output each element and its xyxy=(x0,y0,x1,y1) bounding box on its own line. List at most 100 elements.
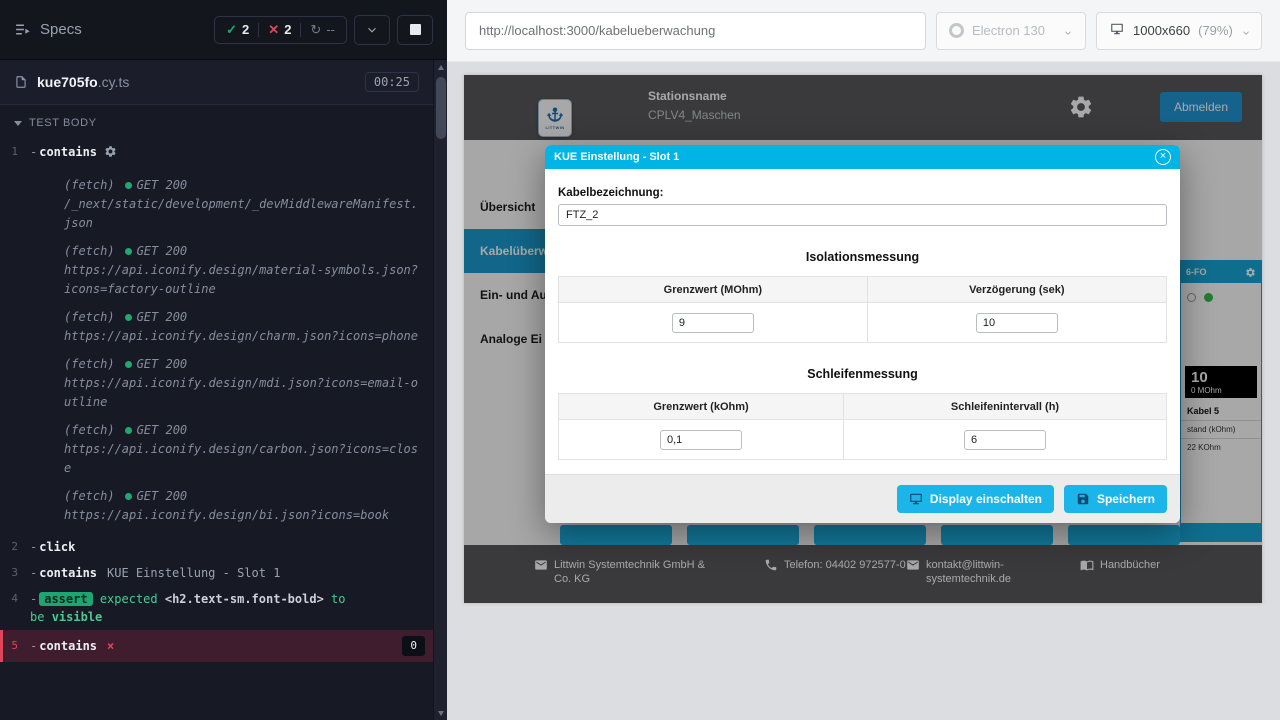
status-dot-icon xyxy=(125,314,132,321)
line-number: 1 xyxy=(0,143,30,161)
command-body: assert expected <h2.text-sm.font-bold> t… xyxy=(30,590,425,626)
fetch-head: (fetch) GET 200 xyxy=(64,487,423,506)
log-row-click[interactable]: 2 click xyxy=(0,534,433,560)
test-stats[interactable]: ✓ 2 ✕ 2 ↻ -- xyxy=(214,16,347,44)
spec-file-icon xyxy=(14,74,28,90)
command-body: click xyxy=(30,538,425,556)
status-dot-icon xyxy=(125,182,132,189)
assert-badge: assert xyxy=(39,592,92,606)
assert-selector: <h2.text-sm.font-bold> xyxy=(165,592,324,606)
fetch-log-entry[interactable]: (fetch) GET 200 https://api.iconify.desi… xyxy=(64,355,423,412)
dash-marker xyxy=(30,566,39,580)
electron-icon xyxy=(949,23,964,38)
fetch-log-entry[interactable]: (fetch) GET 200 https://api.iconify.desi… xyxy=(64,242,423,299)
save-button[interactable]: Speichern xyxy=(1064,485,1167,513)
cable-name-input[interactable] xyxy=(558,204,1167,226)
save-label: Speichern xyxy=(1097,492,1155,506)
command-arg: KUE Einstellung - Slot 1 xyxy=(107,566,280,580)
log-row-contains-1[interactable]: 1 contains xyxy=(0,139,433,167)
aut-viewport: LITTWIN Stationsname CPLV4_Maschen Abmel… xyxy=(464,75,1262,603)
arrow-down-icon xyxy=(438,711,444,716)
fetch-tag: (fetch) xyxy=(64,355,115,374)
loop-limit-input[interactable] xyxy=(660,430,742,450)
isolation-col1-header: Grenzwert (MOhm) xyxy=(559,277,868,303)
fetch-log-entry[interactable]: (fetch) GET 200 https://api.iconify.desi… xyxy=(64,421,423,478)
browser-label: Electron 130 xyxy=(972,23,1045,38)
fetch-head: (fetch) GET 200 xyxy=(64,242,423,261)
loop-interval-cell xyxy=(844,420,1167,460)
dash-marker xyxy=(30,145,39,159)
assert-to: to xyxy=(331,592,345,606)
command-body: contains× xyxy=(30,637,402,655)
log-row-assert[interactable]: 4 assert expected <h2.text-sm.font-bold>… xyxy=(0,586,433,630)
collapse-chevron-icon xyxy=(14,121,22,126)
isolation-section-title: Isolationsmessung xyxy=(558,250,1167,264)
spec-name[interactable]: kue705fo xyxy=(37,74,98,90)
retry-count-badge: 0 xyxy=(402,636,425,656)
command-name: contains xyxy=(39,566,97,580)
fetch-status-text: GET 200 xyxy=(137,355,188,374)
scroll-up-arrow[interactable] xyxy=(434,60,447,74)
passed-stat: ✓ 2 xyxy=(226,22,249,38)
loop-section-title: Schleifenmessung xyxy=(558,367,1167,381)
log-row-contains-modal[interactable]: 3 containsKUE Einstellung - Slot 1 xyxy=(0,560,433,586)
divider xyxy=(258,23,259,37)
pending-refresh-icon: ↻ xyxy=(310,22,321,38)
fetch-log-entry[interactable]: (fetch) GET 200 /_next/static/developmen… xyxy=(64,176,423,233)
display-on-button[interactable]: Display einschalten xyxy=(897,485,1054,513)
status-dot-icon xyxy=(125,248,132,255)
viewport-size: 1000x660 xyxy=(1133,23,1190,38)
cypress-runner-sidebar: Specs ✓ 2 ✕ 2 ↻ -- xyxy=(0,0,447,720)
spec-header[interactable]: kue705fo .cy.ts 00:25 xyxy=(0,60,433,105)
fetch-status-text: GET 200 xyxy=(137,176,188,195)
scrollbar-thumb[interactable] xyxy=(436,77,446,139)
fetch-head: (fetch) GET 200 xyxy=(64,421,423,440)
fetch-url: https://api.iconify.design/bi.json?icons… xyxy=(64,506,423,525)
isolation-limit-input[interactable] xyxy=(672,313,754,333)
stop-icon xyxy=(410,24,421,35)
loop-limit-cell xyxy=(559,420,844,460)
spec-timer: 00:25 xyxy=(365,72,419,92)
isolation-col2-header: Verzögerung (sek) xyxy=(867,277,1166,303)
fetch-url: https://api.iconify.design/material-symb… xyxy=(64,261,423,299)
dash-marker xyxy=(30,592,39,606)
screen: Specs ✓ 2 ✕ 2 ↻ -- xyxy=(0,0,1280,720)
scroll-down-arrow[interactable] xyxy=(434,706,447,720)
aut-panel: Electron 130 1000x660 (79%) LITTWIN St xyxy=(447,0,1280,720)
modal-title: KUE Einstellung - Slot 1 xyxy=(554,151,679,163)
browser-selector[interactable]: Electron 130 xyxy=(936,12,1086,50)
test-body-toggle[interactable]: TEST BODY xyxy=(0,105,433,135)
fetch-url: https://api.iconify.design/carbon.json?i… xyxy=(64,440,423,478)
collapse-button[interactable] xyxy=(354,15,390,45)
url-input[interactable] xyxy=(465,12,926,50)
command-name: contains xyxy=(39,639,97,653)
failed-count: 2 xyxy=(284,22,291,37)
viewport-selector[interactable]: 1000x660 (79%) xyxy=(1096,12,1262,50)
command-body: contains xyxy=(30,143,425,163)
fetch-tag: (fetch) xyxy=(64,242,115,261)
fetch-log-entry[interactable]: (fetch) GET 200 https://api.iconify.desi… xyxy=(64,308,423,346)
line-number: 2 xyxy=(0,538,30,556)
fetch-url: /_next/static/development/_devMiddleware… xyxy=(64,195,423,233)
close-icon[interactable]: × xyxy=(1155,149,1171,165)
chevron-down-icon xyxy=(365,23,379,37)
command-body: contains KUE Einstellung - Slot 1 xyxy=(30,564,425,582)
fetch-status-text: GET 200 xyxy=(137,242,188,261)
line-number: 4 xyxy=(0,590,30,608)
status-dot-icon xyxy=(125,361,132,368)
fetch-status: GET 200 xyxy=(125,308,188,327)
fetch-tag: (fetch) xyxy=(64,176,115,195)
isolation-delay-input[interactable] xyxy=(976,313,1058,333)
test-body-label: TEST BODY xyxy=(29,117,97,129)
fetch-tag: (fetch) xyxy=(64,487,115,506)
specs-button[interactable]: Specs xyxy=(14,21,82,38)
specs-list-icon xyxy=(14,21,31,38)
stop-button[interactable] xyxy=(397,15,433,45)
fetch-log-entry[interactable]: (fetch) GET 200 https://api.iconify.desi… xyxy=(64,487,423,525)
viewport-scale: (79%) xyxy=(1198,23,1233,38)
log-row-contains-failed[interactable]: 5 contains× 0 xyxy=(0,630,433,662)
fetch-status: GET 200 xyxy=(125,242,188,261)
command-log: 1 contains (fetch) GET 200 /_next/static… xyxy=(0,135,433,720)
sidebar-scrollbar[interactable] xyxy=(433,60,447,720)
loop-interval-input[interactable] xyxy=(964,430,1046,450)
